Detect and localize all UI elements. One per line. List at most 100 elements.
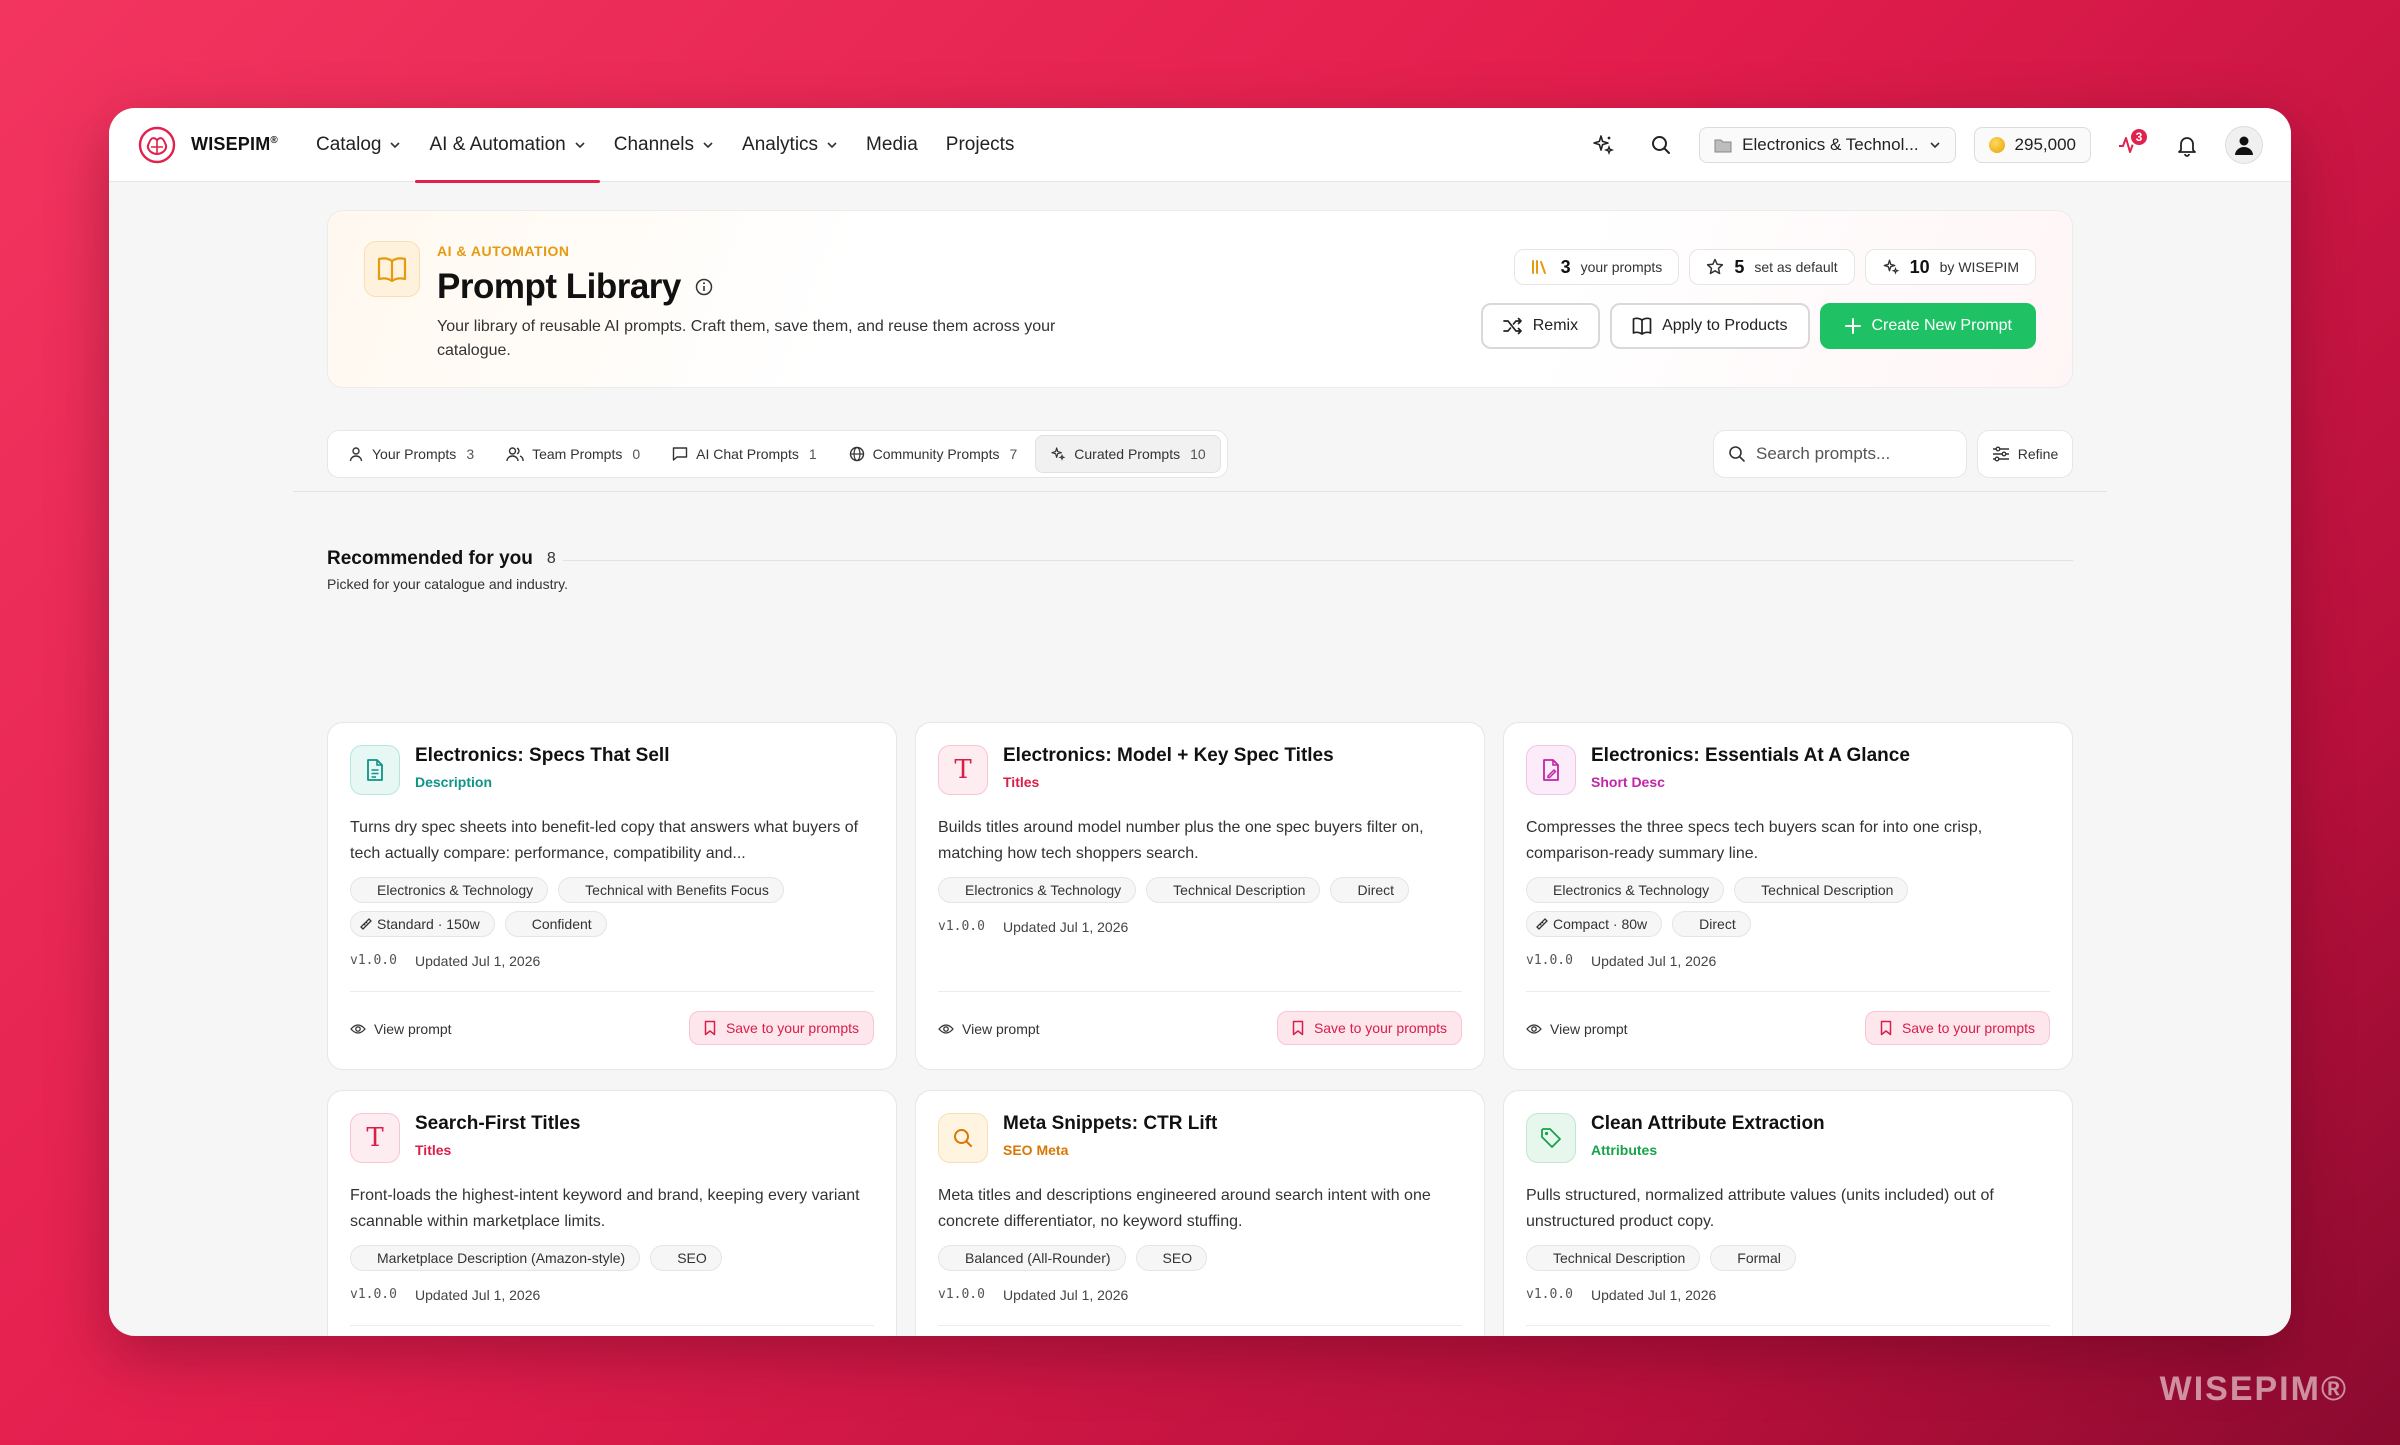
view-prompt-label: View prompt bbox=[374, 1021, 452, 1037]
ruler-icon bbox=[360, 918, 372, 930]
card-version: v1.0.0 bbox=[350, 1287, 397, 1302]
card-divider bbox=[938, 991, 1462, 992]
nav-analytics-label: Analytics bbox=[742, 133, 819, 155]
notifications-button[interactable] bbox=[2167, 125, 2207, 165]
card-title: Search-First Titles bbox=[415, 1113, 581, 1134]
remix-label: Remix bbox=[1532, 317, 1579, 334]
bookmark-icon bbox=[1292, 1020, 1304, 1036]
top-nav: WISEPIM® Catalog AI & Automation Channel… bbox=[109, 108, 2291, 183]
ruler-icon bbox=[1536, 918, 1548, 930]
apply-to-products-button[interactable]: Apply to Products bbox=[1610, 303, 1810, 349]
card-category: Short Desc bbox=[1591, 774, 1665, 790]
tab-community-prompts[interactable]: Community Prompts 7 bbox=[835, 435, 1032, 473]
ai-sparkle-button[interactable] bbox=[1583, 125, 1623, 165]
card-title: Electronics: Specs That Sell bbox=[415, 745, 670, 766]
tag-chip: Formal bbox=[1710, 1245, 1796, 1271]
refine-button[interactable]: Refine bbox=[1977, 430, 2073, 478]
card-version: v1.0.0 bbox=[1526, 953, 1573, 968]
card-version: v1.0.0 bbox=[1526, 1287, 1573, 1302]
prompt-card[interactable]: T Electronics: Model + Key Spec Titles T… bbox=[915, 722, 1485, 1070]
credits-value: 295,000 bbox=[2014, 134, 2076, 154]
prompt-library-header: AI & AUTOMATION Prompt Library Your libr… bbox=[327, 210, 2073, 388]
tab-count: 3 bbox=[466, 446, 475, 462]
prompt-search-input[interactable]: Search prompts... bbox=[1713, 430, 1967, 478]
stat-value: 3 bbox=[1560, 256, 1571, 277]
tab-ai-chat-prompts[interactable]: AI Chat Prompts 1 bbox=[658, 435, 831, 473]
workspace-name: Electronics & Technol... bbox=[1742, 134, 1919, 154]
tab-count: 1 bbox=[808, 446, 817, 462]
save-label: Save to your prompts bbox=[725, 1020, 859, 1036]
tag-chip: SEO bbox=[1135, 1245, 1208, 1271]
length-text: Compact · 80w bbox=[1553, 916, 1648, 932]
tag-chip: SEO bbox=[650, 1245, 722, 1271]
main-nav: Catalog AI & Automation Channels Analyti… bbox=[302, 108, 1029, 183]
card-meta: v1.0.0 Updated Jul 1, 2026 bbox=[350, 953, 540, 969]
create-label: Create New Prompt bbox=[1871, 317, 2013, 334]
view-prompt-link[interactable]: View prompt bbox=[1526, 1021, 1628, 1037]
brand-name: WISEPIM® bbox=[191, 134, 278, 154]
nav-ai-automation-label: AI & Automation bbox=[429, 133, 566, 155]
card-title: Clean Attribute Extraction bbox=[1591, 1113, 1825, 1134]
prompt-card[interactable]: Electronics: Essentials At A Glance Shor… bbox=[1503, 722, 2073, 1070]
credits-balance[interactable]: 295,000 bbox=[1973, 126, 2091, 163]
book-icon bbox=[364, 241, 420, 297]
save-to-prompts-button[interactable]: Save to your prompts bbox=[688, 1011, 874, 1045]
card-title: Electronics: Model + Key Spec Titles bbox=[1003, 745, 1334, 766]
nav-media[interactable]: Media bbox=[852, 108, 932, 182]
nav-projects[interactable]: Projects bbox=[932, 108, 1029, 182]
view-prompt-link[interactable]: View prompt bbox=[938, 1021, 1040, 1037]
length-chip: Compact · 80w bbox=[1526, 911, 1663, 937]
prompt-card[interactable]: Electronics: Specs That Sell Description… bbox=[327, 722, 897, 1070]
view-prompt-link[interactable]: View prompt bbox=[350, 1021, 452, 1037]
activity-button[interactable]: 3 bbox=[2109, 125, 2149, 165]
user-avatar[interactable] bbox=[2225, 125, 2263, 164]
nav-analytics[interactable]: Analytics bbox=[728, 108, 852, 182]
sparkle-icon bbox=[1593, 134, 1615, 155]
nav-ai-automation[interactable]: AI & Automation bbox=[415, 108, 600, 183]
card-meta: v1.0.0 Updated Jul 1, 2026 bbox=[350, 1287, 540, 1303]
activity-badge: 3 bbox=[2129, 126, 2149, 147]
chevron-down-icon bbox=[575, 141, 585, 148]
tab-curated-prompts[interactable]: Curated Prompts 10 bbox=[1035, 435, 1221, 473]
card-updated: Updated Jul 1, 2026 bbox=[1002, 919, 1129, 935]
tag-chip: Technical Description bbox=[1146, 877, 1321, 903]
card-title: Electronics: Essentials At A Glance bbox=[1591, 745, 1910, 766]
nav-catalog[interactable]: Catalog bbox=[302, 108, 416, 182]
prompt-card[interactable]: T Search-First Titles Titles Front-loads… bbox=[327, 1090, 897, 1336]
brand-logo[interactable]: WISEPIM® bbox=[137, 125, 278, 165]
sparkle-icon bbox=[1883, 259, 1900, 275]
open-book-icon bbox=[1632, 317, 1652, 335]
tag-chip: Confident bbox=[504, 911, 607, 937]
tag-chip: Technical with Benefits Focus bbox=[558, 877, 784, 903]
card-version: v1.0.0 bbox=[350, 953, 397, 968]
workspace-selector[interactable]: Electronics & Technol... bbox=[1699, 126, 1956, 163]
remix-button[interactable]: Remix bbox=[1480, 303, 1601, 349]
info-icon[interactable] bbox=[695, 278, 713, 296]
page-description: Your library of reusable AI prompts. Cra… bbox=[437, 318, 1056, 359]
prompt-card[interactable]: Meta Snippets: CTR Lift SEO Meta Meta ti… bbox=[915, 1090, 1485, 1336]
shuffle-icon bbox=[1502, 317, 1522, 335]
search-placeholder: Search prompts... bbox=[1756, 444, 1891, 463]
search-icon bbox=[1729, 446, 1745, 462]
global-search-button[interactable] bbox=[1641, 125, 1681, 165]
card-tags: Technical Description Formal bbox=[1526, 1245, 2052, 1271]
save-to-prompts-button[interactable]: Save to your prompts bbox=[1276, 1011, 1462, 1045]
prompt-card[interactable]: Clean Attribute Extraction Attributes Pu… bbox=[1503, 1090, 2073, 1336]
section-eyebrow: AI & AUTOMATION bbox=[437, 243, 570, 259]
nav-channels[interactable]: Channels bbox=[600, 108, 728, 182]
tag-chip: Electronics & Technology bbox=[1526, 877, 1725, 903]
tab-your-prompts[interactable]: Your Prompts 3 bbox=[334, 435, 488, 473]
nav-channels-label: Channels bbox=[613, 133, 695, 155]
save-label: Save to your prompts bbox=[1313, 1020, 1447, 1036]
create-new-prompt-button[interactable]: Create New Prompt bbox=[1819, 303, 2036, 349]
tab-team-prompts[interactable]: Team Prompts 0 bbox=[492, 435, 654, 473]
card-tags: Balanced (All-Rounder) SEO bbox=[938, 1245, 1464, 1271]
nav-catalog-label: Catalog bbox=[315, 133, 382, 155]
save-to-prompts-button[interactable]: Save to your prompts bbox=[1864, 1011, 2050, 1045]
brain-logo-icon bbox=[138, 126, 176, 163]
card-version: v1.0.0 bbox=[938, 1287, 985, 1302]
page-title: Prompt Library bbox=[437, 267, 713, 307]
bookmark-icon bbox=[1880, 1020, 1892, 1036]
search-icon bbox=[938, 1113, 988, 1163]
eye-icon bbox=[350, 1024, 366, 1034]
